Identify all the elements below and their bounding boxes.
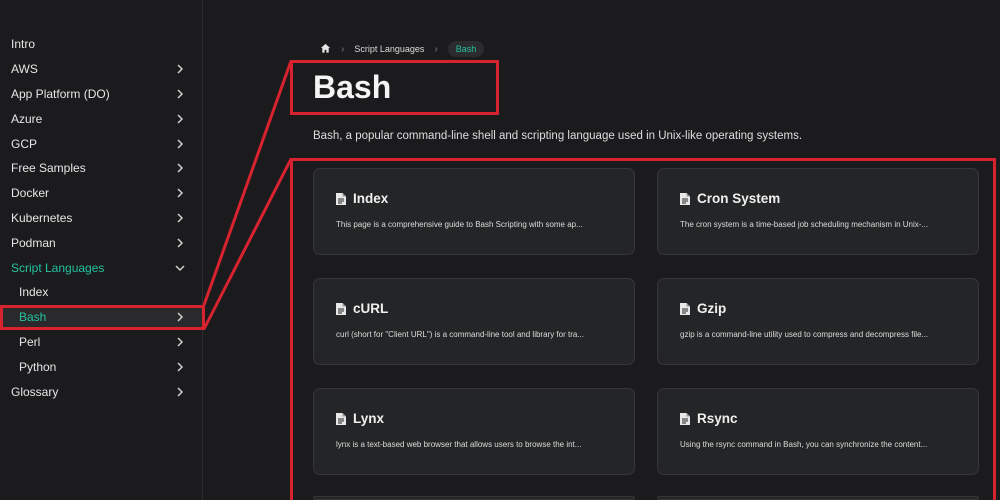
card-gzip[interactable]: Gzip gzip is a command-line utility used… xyxy=(657,278,979,365)
breadcrumb: › Script Languages › Bash xyxy=(320,41,485,57)
sidebar-item-azure[interactable]: Azure xyxy=(0,106,202,131)
sidebar-item-glossary[interactable]: Glossary xyxy=(0,379,202,404)
breadcrumb-separator-icon: › xyxy=(341,43,345,55)
card-description: gzip is a command-line utility used to c… xyxy=(680,330,929,339)
home-icon[interactable] xyxy=(320,43,331,56)
sidebar-item-script-languages[interactable]: Script Languages xyxy=(0,255,202,280)
card-curl[interactable]: cURL curl (short for "Client URL") is a … xyxy=(313,278,635,365)
chevron-right-icon[interactable] xyxy=(174,361,186,373)
card-title: cURL xyxy=(353,301,389,316)
card-description: curl (short for "Client URL") is a comma… xyxy=(336,330,584,339)
card-cron-system[interactable]: Cron System The cron system is a time-ba… xyxy=(657,168,979,255)
breadcrumb-separator-icon: › xyxy=(434,43,438,55)
chevron-right-icon[interactable] xyxy=(174,88,186,100)
sidebar-item-gcp[interactable]: GCP xyxy=(0,131,202,156)
sidebar-item-label: GCP xyxy=(11,136,38,151)
chevron-right-icon[interactable] xyxy=(174,237,186,249)
sidebar-item-aws[interactable]: AWS xyxy=(0,57,202,82)
sidebar-item-label: Index xyxy=(19,285,49,300)
sidebar-item-label: Glossary xyxy=(11,384,59,399)
sidebar: Intro AWS App Platform (DO) Azure GCP Fr… xyxy=(0,0,203,500)
card-partial[interactable] xyxy=(313,496,635,500)
breadcrumb-current: Bash xyxy=(447,41,485,57)
card-title: Lynx xyxy=(353,411,385,426)
sidebar-item-podman[interactable]: Podman xyxy=(0,230,202,255)
sidebar-item-label: Docker xyxy=(11,186,50,201)
sidebar-item-label: Free Samples xyxy=(11,161,86,176)
sidebar-item-label: App Platform (DO) xyxy=(11,86,110,101)
card-lynx[interactable]: Lynx lynx is a text-based web browser th… xyxy=(313,388,635,475)
sidebar-item-label: Intro xyxy=(11,37,36,52)
sidebar-item-label: Azure xyxy=(11,111,43,126)
sidebar-item-kubernetes[interactable]: Kubernetes xyxy=(0,206,202,231)
breadcrumb-item[interactable]: Script Languages xyxy=(354,44,424,54)
sidebar-item-perl[interactable]: Perl xyxy=(0,330,202,355)
document-icon xyxy=(680,302,690,315)
chevron-right-icon[interactable] xyxy=(174,113,186,125)
main-content: › Script Languages › Bash Bash Bash, a p… xyxy=(203,0,1000,500)
card-partial[interactable] xyxy=(657,496,979,500)
chevron-right-icon[interactable] xyxy=(174,63,186,75)
sidebar-item-label: Podman xyxy=(11,235,56,250)
card-description: lynx is a text-based web browser that al… xyxy=(336,440,582,449)
card-title: Gzip xyxy=(697,301,727,316)
chevron-right-icon[interactable] xyxy=(174,336,186,348)
sidebar-item-app-platform[interactable]: App Platform (DO) xyxy=(0,82,202,107)
chevron-right-icon[interactable] xyxy=(174,311,186,323)
sidebar-item-label: AWS xyxy=(11,62,38,77)
document-icon xyxy=(336,302,346,315)
chevron-right-icon[interactable] xyxy=(174,212,186,224)
sidebar-item-index[interactable]: Index xyxy=(0,280,202,305)
card-description: The cron system is a time-based job sche… xyxy=(680,220,929,229)
document-icon xyxy=(336,412,346,425)
sidebar-item-label: Perl xyxy=(19,334,41,349)
page-title: Bash xyxy=(313,69,392,105)
card-index[interactable]: Index This page is a comprehensive guide… xyxy=(313,168,635,255)
sidebar-item-free-samples[interactable]: Free Samples xyxy=(0,156,202,181)
sidebar-item-bash[interactable]: Bash xyxy=(0,304,202,330)
sidebar-item-docker[interactable]: Docker xyxy=(0,181,202,206)
chevron-right-icon[interactable] xyxy=(174,162,186,174)
card-title: Cron System xyxy=(697,191,781,206)
card-title: Index xyxy=(353,191,389,206)
card-title: Rsync xyxy=(697,411,738,426)
document-icon xyxy=(680,412,690,425)
sidebar-item-label: Kubernetes xyxy=(11,210,73,225)
sidebar-item-label: Script Languages xyxy=(11,260,105,275)
page-description: Bash, a popular command-line shell and s… xyxy=(313,130,803,142)
card-rsync[interactable]: Rsync Using the rsync command in Bash, y… xyxy=(657,388,979,475)
chevron-right-icon[interactable] xyxy=(174,138,186,150)
chevron-right-icon[interactable] xyxy=(174,187,186,199)
sidebar-item-intro[interactable]: Intro xyxy=(0,32,202,57)
sidebar-item-label: Python xyxy=(19,359,57,374)
document-icon xyxy=(680,192,690,205)
sidebar-item-python[interactable]: Python xyxy=(0,354,202,379)
card-description: This page is a comprehensive guide to Ba… xyxy=(336,220,583,229)
card-description: Using the rsync command in Bash, you can… xyxy=(680,440,928,449)
chevron-down-icon[interactable] xyxy=(174,262,186,274)
chevron-right-icon[interactable] xyxy=(174,386,186,398)
sidebar-item-label: Bash xyxy=(19,310,47,325)
document-icon xyxy=(336,192,346,205)
